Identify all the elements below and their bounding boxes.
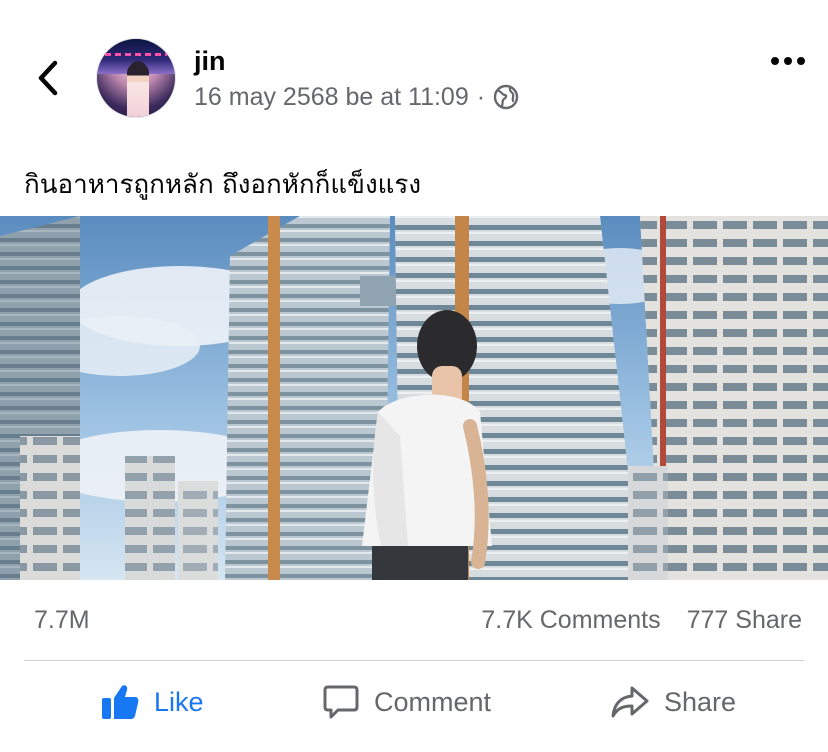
avatar-figure [127,61,149,117]
comments-count[interactable]: 7.7K Comments [481,606,660,635]
comment-label: Comment [374,686,492,717]
like-button[interactable]: Like [100,674,204,730]
post-screen: jin 16 may 2568 be at 11:09 · กินอาหารถู… [0,0,828,752]
reactions-count[interactable]: 7.7M [34,606,90,635]
shares-count[interactable]: 777 Share [687,606,802,635]
more-horizontal-icon [771,57,805,65]
divider [24,660,804,661]
share-button[interactable]: Share [610,674,736,730]
comment-bubble-icon [322,683,360,721]
thumbs-up-icon [100,682,140,722]
share-label: Share [664,686,737,717]
chevron-left-icon [38,60,58,96]
engagement-stats: 7.7K Comments 777 Share [481,606,802,635]
post-timestamp[interactable]: 16 may 2568 be at 11:09 [194,83,469,112]
back-button[interactable] [28,58,68,98]
more-options-button[interactable] [766,46,810,76]
globe-icon[interactable] [493,84,519,110]
post-meta: 16 may 2568 be at 11:09 · [194,82,519,112]
meta-separator: · [476,82,486,111]
author-name[interactable]: jin [194,46,226,77]
post-video[interactable] [0,216,828,580]
comment-button[interactable]: Comment [322,674,491,730]
post-caption: กินอาหารถูกหลัก ถึงอกหักก็แข็งแรง [24,170,422,200]
share-arrow-icon [610,684,650,720]
avatar[interactable] [96,38,176,118]
like-label: Like [154,686,204,717]
